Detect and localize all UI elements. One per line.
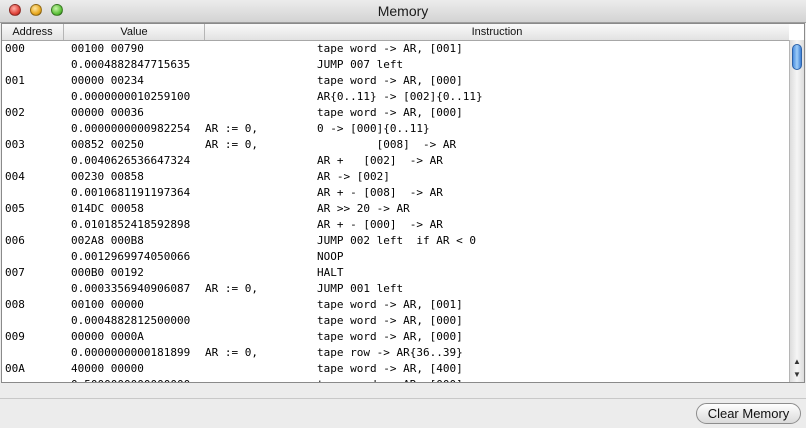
instruction-cell: JUMP 007 left <box>317 58 404 71</box>
value-cell: 00000 00234 <box>71 74 144 87</box>
address-cell: 009 <box>5 330 25 343</box>
memory-window: Memory Address Value Instruction 000 0010… <box>0 0 806 428</box>
table-row[interactable]: 0.0003356940906087 AR := 0, JUMP 001 left <box>2 281 789 297</box>
table-body: 000 00100 00790 tape word -> AR, [001] 0.00… <box>2 41 789 382</box>
table-row[interactable]: 005 014DC 00058 AR >> 20 -> AR <box>2 201 789 217</box>
table-row[interactable]: 007 000B0 00192 HALT <box>2 265 789 281</box>
table-row[interactable]: 001 00000 00234 tape word -> AR, [000] <box>2 73 789 89</box>
scrollbar-thumb[interactable] <box>792 44 802 70</box>
value-cell: 000B0 00192 <box>71 266 144 279</box>
address-cell: 002 <box>5 106 25 119</box>
table-row[interactable]: 0.0040626536647324 AR + [002] -> AR <box>2 153 789 169</box>
column-header-value[interactable]: Value <box>64 24 205 40</box>
value-cell: 00100 00000 <box>71 298 144 311</box>
table-row[interactable]: 0.5000000000000000 tape word -> AR, [000] <box>2 377 789 382</box>
instruction-cell: tape word -> AR, [000] <box>317 330 463 343</box>
value-cell: 0.5000000000000000 <box>71 377 190 382</box>
address-cell: 00A <box>5 362 25 375</box>
vertical-scrollbar[interactable]: ▲ ▼ <box>789 40 804 382</box>
value-cell: 00000 00036 <box>71 106 144 119</box>
value-cell: 0.0040626536647324 <box>71 154 191 167</box>
value-cell: 00000 0000A <box>71 330 144 343</box>
extra-cell: AR := 0, <box>205 346 258 359</box>
instruction-cell: JUMP 002 left if AR < 0 <box>317 234 476 247</box>
table-row[interactable]: 002 00000 00036 tape word -> AR, [000] <box>2 105 789 121</box>
value-cell: 0.0000000010259100 <box>71 90 191 103</box>
instruction-cell: tape word -> AR, [001] <box>317 42 463 55</box>
table-row[interactable]: 004 00230 00858 AR -> [002] <box>2 169 789 185</box>
column-header-address[interactable]: Address <box>2 24 64 40</box>
extra-cell: AR := 0, <box>205 138 258 151</box>
table-row[interactable]: 00A 40000 00000 tape word -> AR, [400] <box>2 361 789 377</box>
address-cell: 004 <box>5 170 25 183</box>
address-cell: 005 <box>5 202 25 215</box>
instruction-cell: JUMP 001 left <box>317 282 404 295</box>
table-row[interactable]: 009 00000 0000A tape word -> AR, [000] <box>2 329 789 345</box>
value-cell: 0.0101852418592898 <box>71 218 191 231</box>
table-row[interactable]: 0.0000000000181899 AR := 0, tape row -> AR… <box>2 345 789 361</box>
value-cell: 0.0010681191197364 <box>71 186 191 199</box>
address-cell: 008 <box>5 298 25 311</box>
table-row[interactable]: 0.0010681191197364 AR + - [008] -> AR <box>2 185 789 201</box>
memory-table[interactable]: Address Value Instruction 000 00100 00790… <box>1 23 805 383</box>
value-cell: 0.0000000000982254 <box>71 122 191 135</box>
instruction-cell: AR{0..11} -> [002]{0..11} <box>317 90 483 103</box>
address-cell: 006 <box>5 234 25 247</box>
instruction-cell: tape word -> AR, [400] <box>317 362 463 375</box>
value-cell: 0.0000000000181899 <box>71 346 191 359</box>
instruction-cell: AR -> [002] <box>317 170 390 183</box>
address-cell: 000 <box>5 42 25 55</box>
instruction-cell: AR >> 20 -> AR <box>317 202 410 215</box>
instruction-cell: [008] -> AR <box>317 138 457 151</box>
instruction-cell: HALT <box>317 266 344 279</box>
value-cell: 002A8 000B8 <box>71 234 144 247</box>
instruction-cell: AR + - [000] -> AR <box>317 218 443 231</box>
address-cell: 001 <box>5 74 25 87</box>
title-bar: Memory <box>0 0 806 23</box>
instruction-cell: AR + - [008] -> AR <box>317 186 443 199</box>
address-cell: 003 <box>5 138 25 151</box>
table-row[interactable]: 006 002A8 000B8 JUMP 002 left if AR < 0 <box>2 233 789 249</box>
value-cell: 00100 00790 <box>71 42 144 55</box>
table-row[interactable]: 0.0000000000982254 AR := 0, 0 -> [000]{0..… <box>2 121 789 137</box>
table-row[interactable]: 0.0101852418592898 AR + - [000] -> AR <box>2 217 789 233</box>
instruction-cell: tape word -> AR, [000] <box>317 106 463 119</box>
value-cell: 0.0004882812500000 <box>71 314 191 327</box>
clear-memory-button[interactable]: Clear Memory <box>696 403 801 424</box>
bottom-bar <box>0 398 806 428</box>
table-row[interactable]: 0.0004882847715635 JUMP 007 left <box>2 57 789 73</box>
table-row[interactable]: 0.0004882812500000 tape word -> AR, [000] <box>2 313 789 329</box>
instruction-cell: tape word -> AR, [000] <box>317 74 463 87</box>
scroll-down-arrow-icon[interactable]: ▼ <box>793 370 801 379</box>
value-cell: 0.0004882847715635 <box>71 58 191 71</box>
address-cell: 007 <box>5 266 25 279</box>
value-cell: 00230 00858 <box>71 170 144 183</box>
extra-cell: AR := 0, <box>205 282 258 295</box>
value-cell: 0.0003356940906087 <box>71 282 191 295</box>
window-title: Memory <box>377 3 429 19</box>
table-header: Address Value Instruction <box>2 24 789 41</box>
value-cell: 0.0012969974050066 <box>71 250 191 263</box>
instruction-cell: tape word -> AR, [000] <box>317 377 463 382</box>
extra-cell: AR := 0, <box>205 122 258 135</box>
value-cell: 014DC 00058 <box>71 202 144 215</box>
table-row[interactable]: 003 00852 00250 AR := 0, [008] -> AR <box>2 137 789 153</box>
value-cell: 40000 00000 <box>71 362 144 375</box>
instruction-cell: tape row -> AR{36..39} <box>317 346 463 359</box>
instruction-cell: 0 -> [000]{0..11} <box>317 122 430 135</box>
table-row[interactable]: 000 00100 00790 tape word -> AR, [001] <box>2 41 789 57</box>
table-row[interactable]: 0.0000000010259100 AR{0..11} -> [002]{0..… <box>2 89 789 105</box>
table-row[interactable]: 008 00100 00000 tape word -> AR, [001] <box>2 297 789 313</box>
instruction-cell: NOOP <box>317 250 344 263</box>
table-row[interactable]: 0.0012969974050066 NOOP <box>2 249 789 265</box>
column-header-instruction[interactable]: Instruction <box>205 24 789 40</box>
instruction-cell: AR + [002] -> AR <box>317 154 443 167</box>
value-cell: 00852 00250 <box>71 138 144 151</box>
instruction-cell: tape word -> AR, [000] <box>317 314 463 327</box>
instruction-cell: tape word -> AR, [001] <box>317 298 463 311</box>
scroll-up-arrow-icon[interactable]: ▲ <box>793 357 801 366</box>
